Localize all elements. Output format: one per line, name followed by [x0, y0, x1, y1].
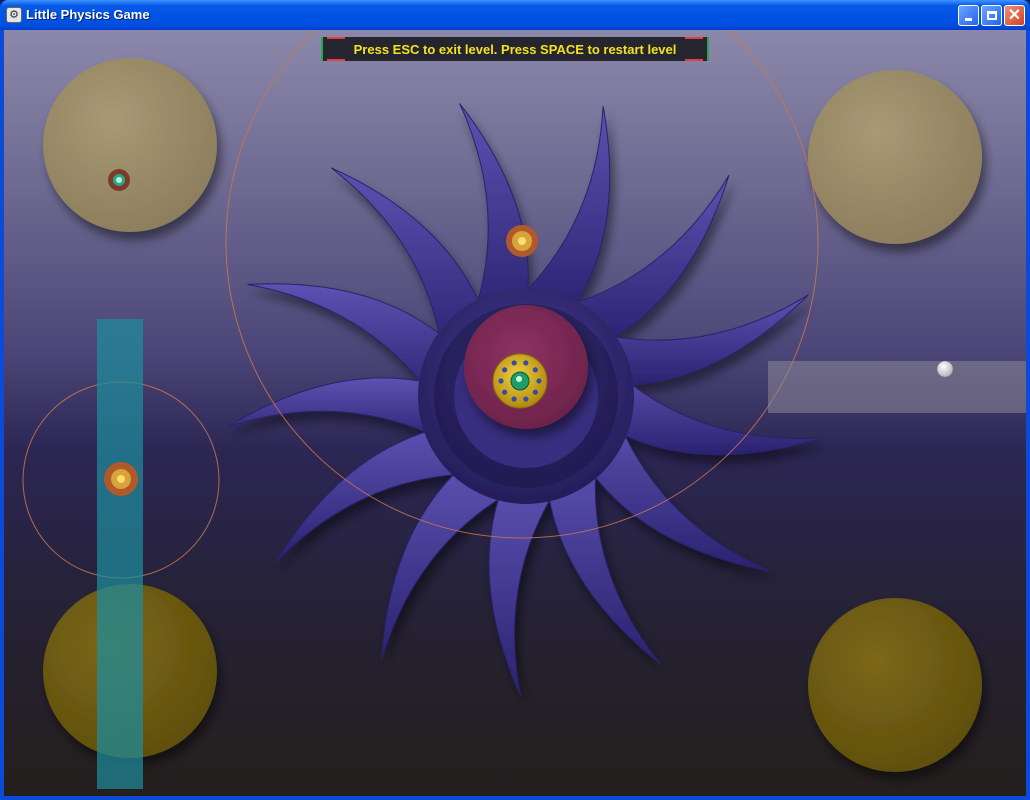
banner-mark: [685, 59, 703, 61]
banner-mark: [685, 37, 703, 39]
instructions-text: Press ESC to exit level. Press SPACE to …: [353, 41, 677, 57]
goal-platform: [768, 361, 1026, 413]
jewel: [511, 360, 517, 366]
banner-mark: [327, 37, 345, 39]
jewel: [536, 378, 542, 384]
window-title: Little Physics Game: [26, 7, 150, 22]
jewel: [502, 367, 508, 373]
tentacle: [227, 377, 450, 445]
title-bar[interactable]: ⚙ Little Physics Game ✕: [0, 0, 1030, 30]
game-window: ⚙ Little Physics Game ✕ Press ESC to exi…: [0, 0, 1030, 800]
jewel: [523, 396, 529, 402]
spinning-disc-icon[interactable]: [104, 462, 138, 496]
close-button[interactable]: ✕: [1004, 5, 1025, 26]
jewel: [498, 378, 504, 384]
minimize-button[interactable]: [958, 5, 979, 26]
jewel: [502, 389, 508, 395]
game-scene: [22, 30, 1026, 789]
jeweled-disc-icon[interactable]: [492, 353, 548, 409]
water-column: [97, 319, 143, 789]
white-ball-icon[interactable]: [936, 360, 954, 378]
gear-icon[interactable]: ⚙: [6, 7, 22, 23]
jewel: [532, 367, 538, 373]
jewel: [523, 360, 529, 366]
minimize-icon: [965, 18, 972, 21]
bumper-top-left: [43, 58, 217, 232]
close-icon: ✕: [1007, 6, 1022, 24]
jewel: [532, 389, 538, 395]
spinning-disc-icon[interactable]: [108, 169, 130, 191]
maximize-icon: [986, 11, 997, 20]
spinning-disc-icon[interactable]: [506, 225, 538, 257]
maximize-button[interactable]: [981, 5, 1002, 26]
game-canvas[interactable]: Press ESC to exit level. Press SPACE to …: [4, 30, 1026, 796]
jewel: [511, 396, 517, 402]
banner-mark: [327, 59, 345, 61]
bumper-top-right: [808, 70, 982, 244]
bumper-bottom-right: [808, 598, 982, 772]
instructions-banner: Press ESC to exit level. Press SPACE to …: [321, 37, 709, 61]
